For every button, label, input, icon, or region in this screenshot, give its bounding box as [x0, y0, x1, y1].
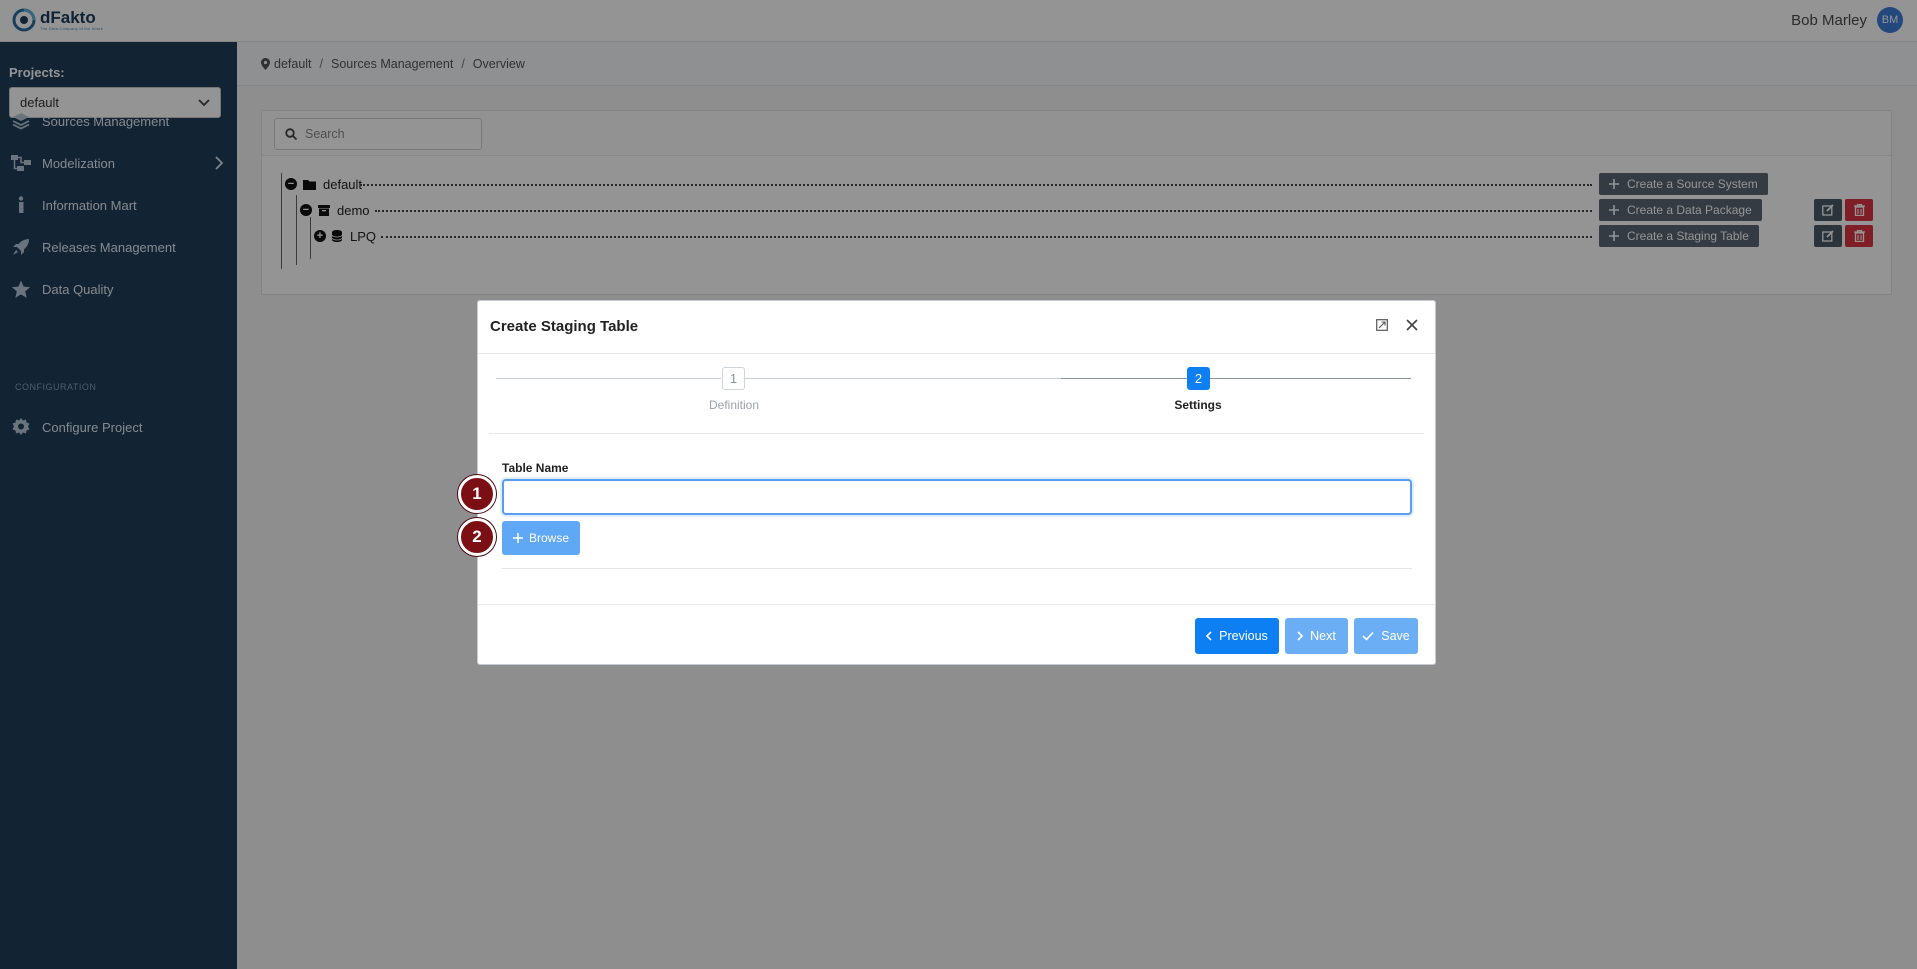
button-label: Next [1310, 629, 1336, 643]
table-name-label: Table Name [502, 461, 569, 475]
previous-button[interactable]: Previous [1195, 618, 1279, 654]
callout-marker-1: 1 [458, 475, 496, 513]
button-label: Save [1381, 629, 1410, 643]
close-icon[interactable] [1403, 316, 1421, 334]
create-staging-table-dialog: Create Staging Table 1 Definition 2 Sett… [477, 300, 1436, 665]
stepper-line [1061, 378, 1198, 379]
browse-button[interactable]: Browse [502, 521, 580, 555]
stepper-line [1201, 378, 1411, 379]
dialog-title: Create Staging Table [490, 318, 639, 335]
check-icon [1362, 631, 1374, 641]
save-button[interactable]: Save [1354, 618, 1418, 654]
button-label: Previous [1219, 629, 1268, 643]
step-1-badge[interactable]: 1 [722, 367, 745, 390]
step-2-label[interactable]: Settings [1138, 398, 1258, 412]
maximize-icon[interactable] [1373, 316, 1391, 334]
dialog-header-divider [478, 353, 1435, 354]
next-button[interactable]: Next [1285, 618, 1348, 654]
stepper-line [734, 378, 1061, 379]
dialog-footer-divider [478, 604, 1435, 605]
step-1-label[interactable]: Definition [674, 398, 794, 412]
callout-marker-2: 2 [458, 518, 496, 556]
plus-icon [512, 533, 523, 543]
button-label: Browse [528, 531, 569, 545]
chevron-left-icon [1206, 631, 1212, 641]
form-divider [502, 568, 1412, 569]
table-name-input[interactable] [502, 479, 1412, 515]
stepper-line [496, 378, 721, 379]
step-2-badge[interactable]: 2 [1187, 367, 1210, 390]
stepper-divider [489, 433, 1424, 434]
chevron-right-icon [1297, 631, 1304, 641]
